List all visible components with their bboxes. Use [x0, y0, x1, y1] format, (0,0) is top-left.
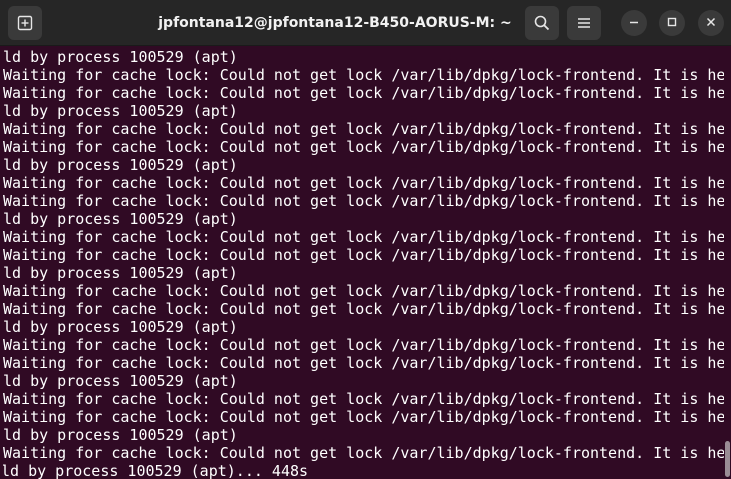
window-title: jpfontana12@jpfontana12-B450-AORUS-M: ~: [158, 15, 512, 31]
minimize-button[interactable]: [621, 10, 647, 36]
terminal-line: ld by process 100529 (apt): [3, 426, 238, 444]
close-icon: [706, 14, 716, 32]
terminal-line: Waiting for cache lock: Could not get lo…: [3, 444, 724, 462]
terminal-line: ld by process 100529 (apt): [3, 102, 238, 120]
new-tab-button[interactable]: [8, 6, 42, 40]
new-tab-icon: [17, 15, 33, 31]
maximize-icon: [667, 14, 677, 32]
terminal-line: Waiting for cache lock: Could not get lo…: [3, 282, 724, 300]
terminal-line: Waiting for cache lock: Could not get lo…: [3, 408, 724, 426]
terminal-line: Waiting for cache lock: Could not get lo…: [3, 246, 724, 264]
terminal-line: ld by process 100529 (apt): [3, 318, 238, 336]
terminal-line: ld by process 100529 (apt): [3, 210, 238, 228]
terminal-line: Waiting for cache lock: Could not get lo…: [3, 120, 724, 138]
terminal-window: jpfontana12@jpfontana12-B450-AORUS-M: ~: [0, 0, 731, 479]
terminal-line: ld by process 100529 (apt)... 448s: [3, 462, 724, 479]
search-button[interactable]: [525, 6, 559, 40]
terminal-line: Waiting for cache lock: Could not get lo…: [3, 390, 724, 408]
terminal-line: Waiting for cache lock: Could not get lo…: [3, 66, 724, 84]
terminal-line: Waiting for cache lock: Could not get lo…: [3, 336, 724, 354]
terminal-line: ld by process 100529 (apt): [3, 156, 238, 174]
terminal-line: Waiting for cache lock: Could not get lo…: [3, 84, 724, 102]
terminal-line: Waiting for cache lock: Could not get lo…: [3, 192, 724, 210]
title-bar[interactable]: jpfontana12@jpfontana12-B450-AORUS-M: ~: [0, 0, 731, 46]
minimize-icon: [629, 14, 639, 32]
terminal-scrollbar[interactable]: [724, 46, 731, 479]
scrollbar-thumb[interactable]: [725, 441, 730, 477]
terminal-line: ld by process 100529 (apt): [3, 372, 238, 390]
terminal-line: Waiting for cache lock: Could not get lo…: [3, 228, 724, 246]
close-button[interactable]: [698, 10, 724, 36]
terminal-line: ld by process 100529 (apt): [3, 264, 238, 282]
terminal-output[interactable]: ld by process 100529 (apt) Waiting for ca…: [0, 46, 724, 479]
terminal-line: Waiting for cache lock: Could not get lo…: [3, 354, 724, 372]
terminal-line: Waiting for cache lock: Could not get lo…: [3, 300, 724, 318]
terminal-line: Waiting for cache lock: Could not get lo…: [3, 138, 724, 156]
maximize-button[interactable]: [659, 10, 685, 36]
terminal-line: ld by process 100529 (apt): [3, 48, 238, 66]
search-icon: [534, 15, 550, 31]
menu-button[interactable]: [567, 6, 601, 40]
terminal-line: Waiting for cache lock: Could not get lo…: [3, 174, 724, 192]
hamburger-menu-icon: [577, 16, 591, 30]
